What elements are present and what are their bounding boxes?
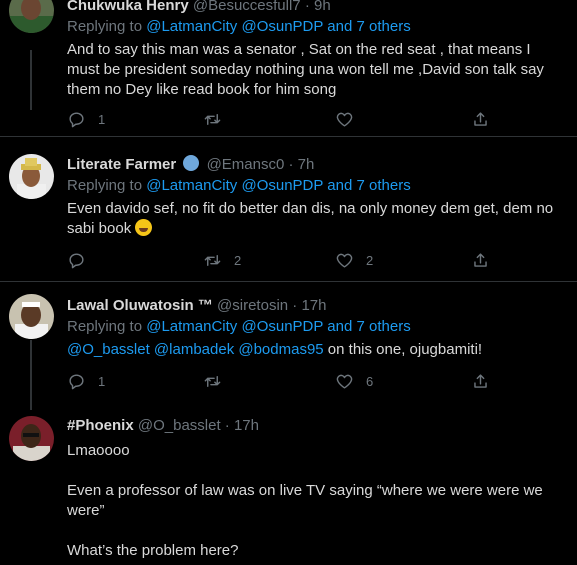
share-button[interactable] [471, 110, 490, 129]
tweet-actions: 2 2 [67, 251, 537, 271]
like-button[interactable]: 6 [335, 372, 373, 391]
author-handle[interactable]: @Emansc0 [207, 156, 285, 173]
reply-icon [69, 112, 84, 128]
reply-button[interactable] [67, 251, 98, 270]
thread-line [30, 50, 32, 110]
reply-count: 1 [98, 374, 106, 389]
avatar[interactable] [9, 154, 54, 199]
replying-to: Replying to @LatmanCity @OsunPDP and 7 o… [67, 176, 567, 196]
tweet-paragraph: What’s the problem here? [67, 542, 239, 559]
retweet-button[interactable] [203, 372, 234, 391]
separator: · [292, 297, 298, 314]
reply-button[interactable]: 1 [67, 372, 105, 391]
share-button[interactable] [471, 251, 490, 270]
retweet-button[interactable]: 2 [203, 251, 241, 270]
timestamp[interactable]: 9h [314, 0, 331, 14]
author-handle[interactable]: @siretosin [217, 297, 288, 314]
retweet-icon [204, 376, 221, 387]
tweet[interactable]: Lawal Oluwatosin ™ @siretosin · 17h Repl… [0, 282, 577, 410]
author-name[interactable]: Chukwuka Henry [67, 0, 189, 14]
thread-line [30, 340, 32, 410]
share-icon [474, 112, 487, 126]
reply-button[interactable]: 1 [67, 110, 105, 129]
share-button[interactable] [471, 372, 490, 391]
tweet-text: Even davido sef, no fit do better dan di… [67, 199, 567, 239]
timestamp[interactable]: 17h [301, 297, 326, 314]
tweet[interactable]: Literate Farmer @Emansc0 · 7h Replying t… [0, 137, 577, 282]
replying-links[interactable]: @LatmanCity @OsunPDP and 7 others [146, 18, 410, 35]
tweet-paragraph: Even a professor of law was on live TV s… [67, 482, 543, 519]
timestamp[interactable]: 17h [234, 417, 259, 434]
tweet-text: And to say this man was a senator , Sat … [67, 41, 544, 98]
reply-icon [69, 374, 84, 390]
replying-prefix: Replying to [67, 177, 147, 194]
replying-to: Replying to @LatmanCity @OsunPDP and 7 o… [67, 317, 567, 337]
author-handle[interactable]: @Besuccesfull7 [193, 0, 301, 14]
separator: · [224, 417, 230, 434]
avatar[interactable] [9, 416, 54, 461]
tweet-text: @O_basslet @lambadek @bodmas95 on this o… [67, 340, 567, 360]
tweet-actions: 1 6 [67, 372, 537, 392]
like-button[interactable] [335, 110, 366, 129]
replying-links[interactable]: @LatmanCity @OsunPDP and 7 others [146, 318, 410, 335]
separator: · [304, 0, 310, 14]
reply-icon [69, 253, 84, 269]
author-name[interactable]: Literate Farmer [67, 156, 176, 173]
retweet-icon [204, 114, 221, 125]
replying-prefix: Replying to [67, 18, 147, 35]
verified-badge-icon [183, 155, 200, 171]
tweet-actions: 1 [67, 110, 537, 130]
tweet-text-content: on this one, ojugbamiti! [323, 341, 483, 358]
author-name[interactable]: Lawal Oluwatosin ™ [67, 297, 213, 314]
tweet-paragraph: Lmaoooo [67, 442, 130, 459]
like-count: 6 [366, 374, 374, 389]
author-handle[interactable]: @O_basslet [138, 417, 221, 434]
tweet[interactable]: #Phoenix @O_basslet · 17h Lmaoooo Even a… [0, 404, 577, 565]
rolling-laughing-emoji [135, 219, 153, 236]
reply-count: 1 [98, 112, 106, 127]
retweet-button[interactable] [203, 110, 234, 129]
avatar[interactable] [9, 0, 54, 33]
timestamp[interactable]: 7h [298, 156, 315, 173]
like-button[interactable]: 2 [335, 251, 373, 270]
replying-to: Replying to @LatmanCity @OsunPDP and 7 o… [67, 17, 567, 37]
tweet-text: Lmaoooo Even a professor of law was on l… [67, 441, 567, 561]
replying-prefix: Replying to [67, 318, 147, 335]
avatar[interactable] [9, 294, 54, 339]
share-icon [474, 253, 487, 267]
separator: · [288, 156, 294, 173]
like-icon [336, 253, 353, 268]
like-icon [336, 374, 353, 389]
replying-links[interactable]: @LatmanCity @OsunPDP and 7 others [146, 177, 410, 194]
mention-links[interactable]: @O_basslet @lambadek @bodmas95 [67, 341, 324, 358]
share-icon [474, 374, 487, 388]
tweet[interactable]: Chukwuka Henry @Besuccesfull7 · 9h Reply… [0, 0, 577, 137]
like-count: 2 [366, 253, 374, 268]
author-name[interactable]: #Phoenix [67, 417, 134, 434]
retweet-count: 2 [234, 253, 242, 268]
like-icon [336, 112, 353, 127]
retweet-icon [204, 255, 221, 266]
